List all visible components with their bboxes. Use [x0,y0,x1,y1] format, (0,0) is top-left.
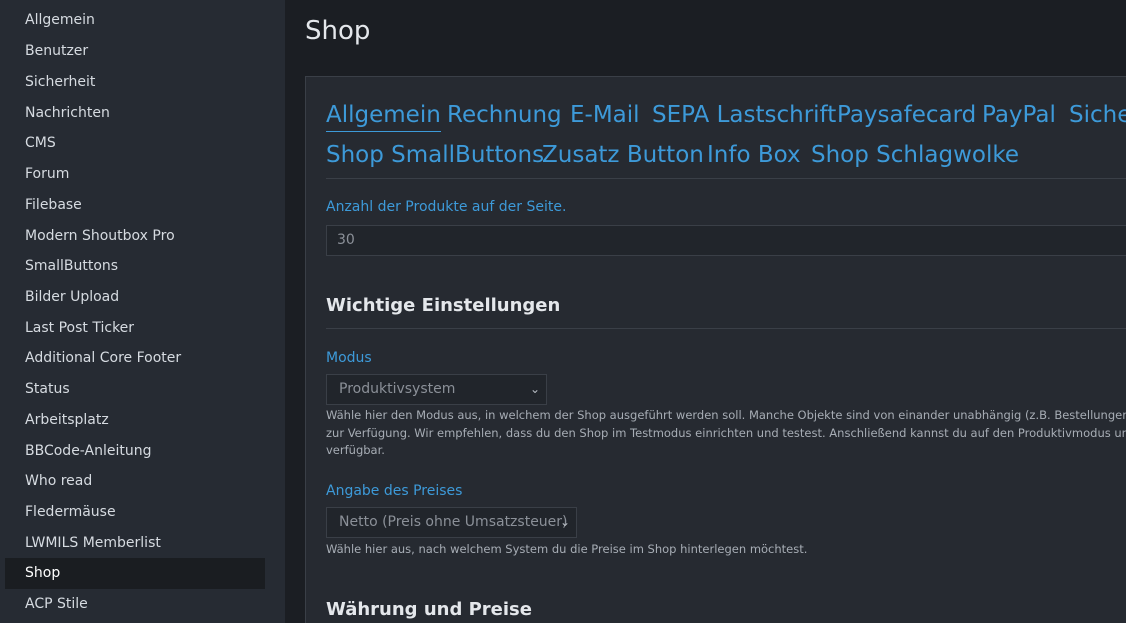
sidebar-item-smallbuttons[interactable]: SmallButtons [5,251,265,282]
sidebar-item-sicherheit[interactable]: Sicherheit [5,67,265,98]
mode-description-line: verfügbar. [326,443,385,457]
mode-select-value: Produktivsystem [339,381,456,397]
sidebar-item-status[interactable]: Status [5,374,265,405]
tab-paypal[interactable]: PayPal [982,99,1056,131]
tab-shop-schlagwolke[interactable]: Shop Schlagwolke [811,139,1019,171]
sidebar-item-modern-shoutbox-pro[interactable]: Modern Shoutbox Pro [5,221,265,252]
sidebar-item-who-read[interactable]: Who read [5,466,265,497]
tab-zusatz-button[interactable]: Zusatz Button [542,139,704,171]
price-description: Wähle hier aus, nach welchem System du d… [326,542,808,556]
mode-description-line: Wähle hier den Modus aus, in welchem der… [326,408,1126,422]
tab-email[interactable]: E-Mail [570,99,640,131]
sidebar-item-allgemein[interactable]: Allgemein [5,5,265,36]
chevron-down-icon: ⌄ [559,515,570,529]
tab-bar: Allgemein Rechnung E-Mail SEPA Lastschri… [326,99,1126,179]
products-per-page-label: Anzahl der Produkte auf der Seite. [326,199,567,215]
tab-shop-smallbuttons[interactable]: Shop SmallButtons [326,139,544,171]
sidebar-item-bbcode-anleitung[interactable]: BBCode-Anleitung [5,436,265,467]
sidebar-item-cms[interactable]: CMS [5,128,265,159]
products-per-page-input[interactable]: 30 [326,225,1126,256]
sidebar: Allgemein Benutzer Sicherheit Nachrichte… [0,0,285,623]
price-label: Angabe des Preises [326,483,463,499]
section-divider [326,328,1126,329]
settings-panel: Allgemein Rechnung E-Mail SEPA Lastschri… [305,76,1126,623]
tab-rechnung[interactable]: Rechnung [447,99,562,131]
section-title-important-settings: Wichtige Einstellungen [326,295,561,316]
sidebar-item-filebase[interactable]: Filebase [5,190,265,221]
mode-select[interactable]: Produktivsystem ⌄ [326,374,547,405]
sidebar-item-forum[interactable]: Forum [5,159,265,190]
price-select-value: Netto (Preis ohne Umsatzsteuer) [339,514,568,530]
sidebar-item-last-post-ticker[interactable]: Last Post Ticker [5,313,265,344]
tab-allgemein[interactable]: Allgemein [326,99,441,132]
tab-divider [326,178,1126,179]
sidebar-item-shop[interactable]: Shop [5,558,265,589]
mode-description-line: zur Verfügung. Wir empfehlen, dass du de… [326,425,1126,440]
sidebar-item-nachrichten[interactable]: Nachrichten [5,98,265,129]
mode-description: Wähle hier den Modus aus, in welchem der… [326,407,1126,460]
sidebar-item-additional-core-footer[interactable]: Additional Core Footer [5,343,265,374]
tab-sicherheit[interactable]: Sicher [1069,99,1126,131]
sidebar-item-acp-stile[interactable]: ACP Stile [5,589,265,620]
main-content: Shop Allgemein Rechnung E-Mail SEPA Last… [285,0,1126,623]
sidebar-item-benutzer[interactable]: Benutzer [5,36,265,67]
mode-label: Modus [326,350,372,366]
sidebar-item-arbeitsplatz[interactable]: Arbeitsplatz [5,405,265,436]
sidebar-item-fledermaeuse[interactable]: Fledermäuse [5,497,265,528]
tab-paysafecard[interactable]: Paysafecard [837,99,976,131]
sidebar-item-bilder-upload[interactable]: Bilder Upload [5,282,265,313]
tab-info-box[interactable]: Info Box [707,139,801,171]
section-title-currency-prices: Währung und Preise [326,599,532,620]
price-select[interactable]: Netto (Preis ohne Umsatzsteuer) ⌄ [326,507,577,538]
app-window: Allgemein Benutzer Sicherheit Nachrichte… [0,0,1126,623]
tab-sepa-lastschrift[interactable]: SEPA Lastschrift [652,99,836,131]
chevron-down-icon: ⌄ [529,382,540,396]
sidebar-item-lwmils-memberlist[interactable]: LWMILS Memberlist [5,528,265,559]
page-title: Shop [305,16,371,46]
